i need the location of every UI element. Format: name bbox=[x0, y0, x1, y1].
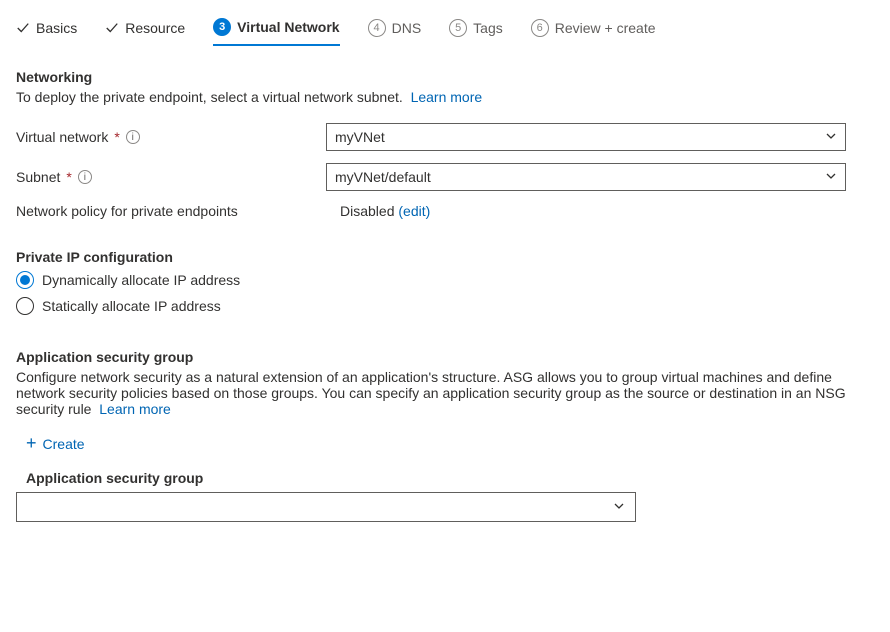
tab-basics[interactable]: Basics bbox=[16, 14, 77, 44]
subnet-label: Subnet * i bbox=[16, 169, 326, 185]
info-icon[interactable]: i bbox=[78, 170, 92, 184]
step-number-icon: 6 bbox=[531, 19, 549, 37]
radio-icon bbox=[16, 297, 34, 315]
tab-label: Virtual Network bbox=[237, 19, 339, 35]
check-icon bbox=[16, 21, 30, 35]
network-policy-edit-link[interactable]: (edit) bbox=[398, 203, 430, 219]
tab-dns[interactable]: 4 DNS bbox=[368, 13, 422, 45]
chevron-down-icon bbox=[825, 170, 837, 185]
tab-review-create[interactable]: 6 Review + create bbox=[531, 13, 656, 45]
radio-label: Dynamically allocate IP address bbox=[42, 272, 240, 288]
select-value: myVNet bbox=[335, 129, 385, 145]
required-indicator: * bbox=[114, 129, 119, 145]
ipconfig-radio-group: Dynamically allocate IP address Statical… bbox=[16, 271, 874, 315]
create-label: Create bbox=[43, 436, 85, 452]
radio-icon bbox=[16, 271, 34, 289]
radio-static-ip[interactable]: Statically allocate IP address bbox=[16, 297, 874, 315]
chevron-down-icon bbox=[825, 130, 837, 145]
radio-dynamic-ip[interactable]: Dynamically allocate IP address bbox=[16, 271, 874, 289]
tab-label: Tags bbox=[473, 20, 503, 36]
step-number-icon: 5 bbox=[449, 19, 467, 37]
info-icon[interactable]: i bbox=[126, 130, 140, 144]
tab-label: Resource bbox=[125, 20, 185, 36]
asg-heading: Application security group bbox=[16, 349, 874, 365]
plus-icon: + bbox=[26, 433, 37, 454]
tab-label: DNS bbox=[392, 20, 422, 36]
asg-learn-more-link[interactable]: Learn more bbox=[99, 401, 171, 417]
required-indicator: * bbox=[66, 169, 71, 185]
step-number-icon: 4 bbox=[368, 19, 386, 37]
step-number-icon: 3 bbox=[213, 18, 231, 36]
ipconfig-heading: Private IP configuration bbox=[16, 249, 874, 265]
networking-learn-more-link[interactable]: Learn more bbox=[411, 89, 483, 105]
subnet-select[interactable]: myVNet/default bbox=[326, 163, 846, 191]
tab-tags[interactable]: 5 Tags bbox=[449, 13, 503, 45]
chevron-down-icon bbox=[613, 500, 625, 515]
network-policy-label: Network policy for private endpoints bbox=[16, 203, 326, 219]
asg-description: Configure network security as a natural … bbox=[16, 369, 874, 417]
radio-label: Statically allocate IP address bbox=[42, 298, 221, 314]
create-asg-button[interactable]: + Create bbox=[16, 423, 85, 458]
networking-description: To deploy the private endpoint, select a… bbox=[16, 89, 874, 105]
tab-label: Basics bbox=[36, 20, 77, 36]
virtual-network-select[interactable]: myVNet bbox=[326, 123, 846, 151]
tab-virtual-network[interactable]: 3 Virtual Network bbox=[213, 12, 339, 46]
networking-heading: Networking bbox=[16, 69, 874, 85]
asg-select-label: Application security group bbox=[26, 470, 874, 486]
network-policy-value: Disabled (edit) bbox=[326, 203, 430, 219]
tab-resource[interactable]: Resource bbox=[105, 14, 185, 44]
asg-select[interactable] bbox=[16, 492, 636, 522]
wizard-step-tabs: Basics Resource 3 Virtual Network 4 DNS … bbox=[16, 10, 874, 47]
select-value: myVNet/default bbox=[335, 169, 431, 185]
tab-label: Review + create bbox=[555, 20, 656, 36]
check-icon bbox=[105, 21, 119, 35]
virtual-network-label: Virtual network * i bbox=[16, 129, 326, 145]
